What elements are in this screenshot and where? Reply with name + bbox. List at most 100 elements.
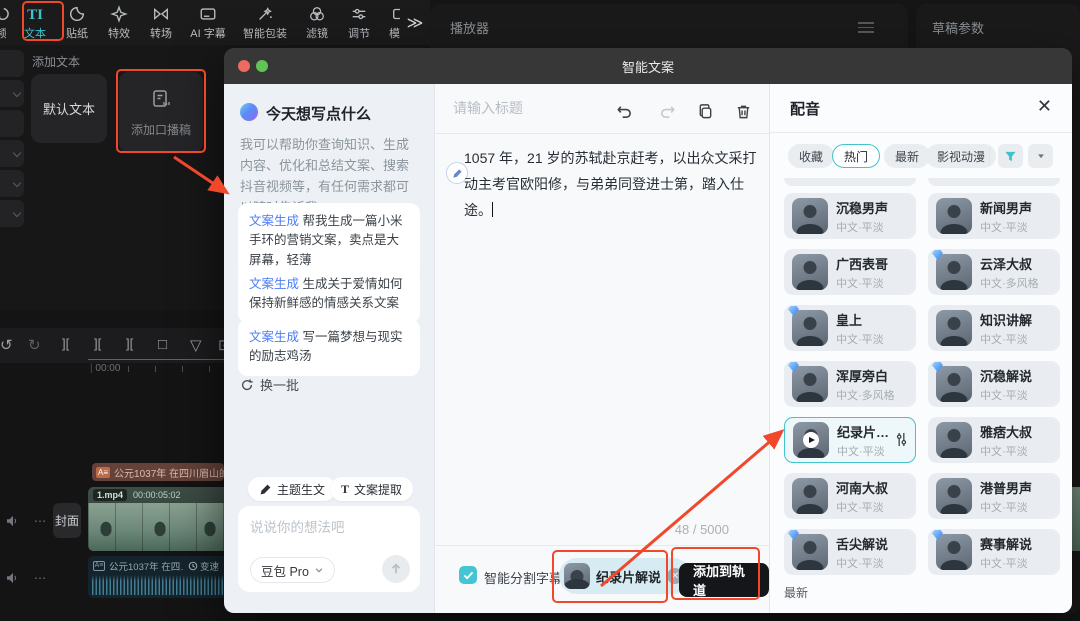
send-button[interactable] [382,555,410,583]
voice-avatar [932,362,972,402]
timeline-audio-clip[interactable]: A≡ 公元1037年 在四… 变速 [88,556,224,598]
tab-latest[interactable]: 最新 [884,144,931,168]
speaker-icon [7,515,16,527]
play-icon[interactable] [803,432,819,448]
voice-card[interactable]: 云泽大叔 中文·多风格 [928,249,1060,295]
voice-avatar [792,254,828,290]
add-text-section-title: 添加文本 [32,55,81,69]
adjust-icon [350,5,368,23]
toolbar-item-audio[interactable]: 频 [0,0,14,45]
text-clip-icon: A≡ [96,466,111,478]
voice-card[interactable]: 雅痞大叔 中文·平淡 [928,417,1060,463]
copy-icon[interactable] [697,103,715,121]
editor-panel: 1057 年，21 岁的苏轼赴京赶考，以出众文采打动主考官欧阳修，与弟弟同登进士… [434,84,770,613]
video-clip-duration: 00:00:05:02 [133,490,181,500]
divider [989,146,990,166]
rail-item[interactable] [0,110,24,137]
timeline-ticks[interactable] [128,366,224,372]
zoom-traffic-light[interactable] [256,60,268,72]
audio-waveform [92,575,224,595]
divider [435,133,769,134]
suggestion-card[interactable]: 文案生成 生成关于爱情如何保持新鲜感的情感关系文案 [238,266,420,323]
model-selector[interactable]: 豆包 Pro [250,557,335,583]
rail-item[interactable] [0,170,24,197]
divider [435,545,769,546]
close-icon[interactable]: ✕ [1037,96,1052,117]
toolbar-item-ai-captions[interactable]: AI 字幕 [182,0,234,45]
voice-card[interactable]: 赛事解说 中文·平淡 [928,529,1060,575]
undo-icon[interactable] [616,103,634,121]
annotation-box-voiceover-card [116,69,206,153]
voice-card[interactable]: 浑厚旁白 中文·多风格 [784,361,916,407]
tab-film-anime[interactable]: 影视动漫 [926,144,997,168]
mask-icon[interactable]: ▽ [190,336,202,354]
toolbar-item-transition[interactable]: 转场 [140,0,182,45]
filter-dropdown-button[interactable] [1028,144,1053,168]
refresh-batch-button[interactable]: 换一批 [240,375,299,394]
char-count: 48 / 5000 [674,522,729,537]
voice-card[interactable]: 沉稳解说 中文·平淡 [928,361,1060,407]
speed-label[interactable]: 变速 [188,559,219,573]
close-traffic-light[interactable] [238,60,250,72]
toolbar-item-adjust[interactable]: 调节 [338,0,380,45]
filter-button[interactable] [998,144,1023,168]
voice-avatar [936,422,972,458]
split-right-icon[interactable]: ][ [126,336,133,351]
voice-card[interactable]: 河南大叔 中文·平淡 [784,473,916,519]
player-menu-icon[interactable] [858,19,874,36]
rail-item[interactable] [0,80,24,107]
rail-item[interactable] [0,200,24,227]
voice-card[interactable]: 沉稳男声 中文·平淡 [784,193,916,239]
undo-icon[interactable]: ↺ [0,336,13,354]
assistant-greeting: 今天想写点什么 [266,106,372,123]
tab-favorites[interactable]: 收藏 [788,144,835,168]
cover-button[interactable]: 封面 [53,503,81,538]
scrolled-card-edge [928,178,1060,186]
rail-item[interactable] [0,140,24,167]
idea-input[interactable] [250,516,410,556]
more-icon: ⋯ [34,514,46,528]
script-body[interactable]: 1057 年，21 岁的苏轼赴京赶考，以出众文采打动主考官欧阳修，与弟弟同登进士… [464,146,762,224]
voice-settings-icon[interactable] [895,432,908,452]
audio-icon [0,5,10,23]
delete-icon[interactable] [735,103,753,121]
timeline-text-clip[interactable]: A≡ 公元1037年 在四川眉山的一… [92,463,224,481]
video-thumbnails [88,503,224,551]
voice-card-selected[interactable]: 纪录片… 中文·平淡 [784,417,916,463]
video-track-controls[interactable]: ⋯ [6,514,46,528]
suggestion-card[interactable]: 文案生成 写一篇梦想与现实的励志鸡汤 [238,319,420,376]
voice-card[interactable]: 舌尖解说 中文·平淡 [784,529,916,575]
assistant-panel: 今天想写点什么 我可以帮助你查询知识、生成内容、优化和总结文案、搜索抖音视频等，… [224,84,434,613]
toolbar-item-smart-pack[interactable]: 智能包装 [234,0,296,45]
toolbar-item-filters[interactable]: 滤镜 [296,0,338,45]
split-left-icon[interactable]: ][ [62,336,69,351]
magic-wand-icon [256,5,274,23]
voice-card[interactable]: 新闻男声 中文·平淡 [928,193,1060,239]
annotation-box-voice-pill [552,550,668,603]
voice-card[interactable]: 广西表哥 中文·平淡 [784,249,916,295]
topic-generate-chip[interactable]: 主题生文 [248,477,337,501]
redo-icon[interactable] [659,103,677,121]
voice-card[interactable]: 知识讲解 中文·平淡 [928,305,1060,351]
toolbar-more-icon[interactable]: ≫ [400,0,430,45]
timeline-video-clip[interactable]: 1.mp4 00:00:05:02 [88,487,224,551]
copy-extract-chip[interactable]: T 文案提取 [330,477,414,501]
funnel-icon [1005,151,1016,161]
smart-split-label: 智能分割字幕 [484,571,563,586]
toolbar-item-effects[interactable]: 特效 [98,0,140,45]
voice-avatar [792,478,828,514]
voice-card[interactable]: 皇上 中文·平淡 [784,305,916,351]
title-input[interactable] [453,100,633,116]
redo-icon[interactable]: ↻ [28,336,41,354]
rail-item[interactable] [0,50,24,77]
app-window: 播放器 草稿参数 频 TI 文本 贴纸 特效 转场 AI 字幕 智能包装 滤镜 … [0,0,1080,621]
crop-icon[interactable]: □ [158,336,167,353]
split-icon[interactable]: ][ [94,336,101,351]
audio-track-controls[interactable]: ⋯ [6,571,46,585]
voice-card[interactable]: 港普男声 中文·平淡 [928,473,1060,519]
default-text-card[interactable]: 默认文本 [31,74,107,143]
latest-section-label: 最新 [784,586,809,600]
draft-panel-title: 草稿参数 [932,21,985,36]
smart-split-checkbox[interactable] [459,566,477,584]
tab-hot[interactable]: 热门 [832,144,881,168]
